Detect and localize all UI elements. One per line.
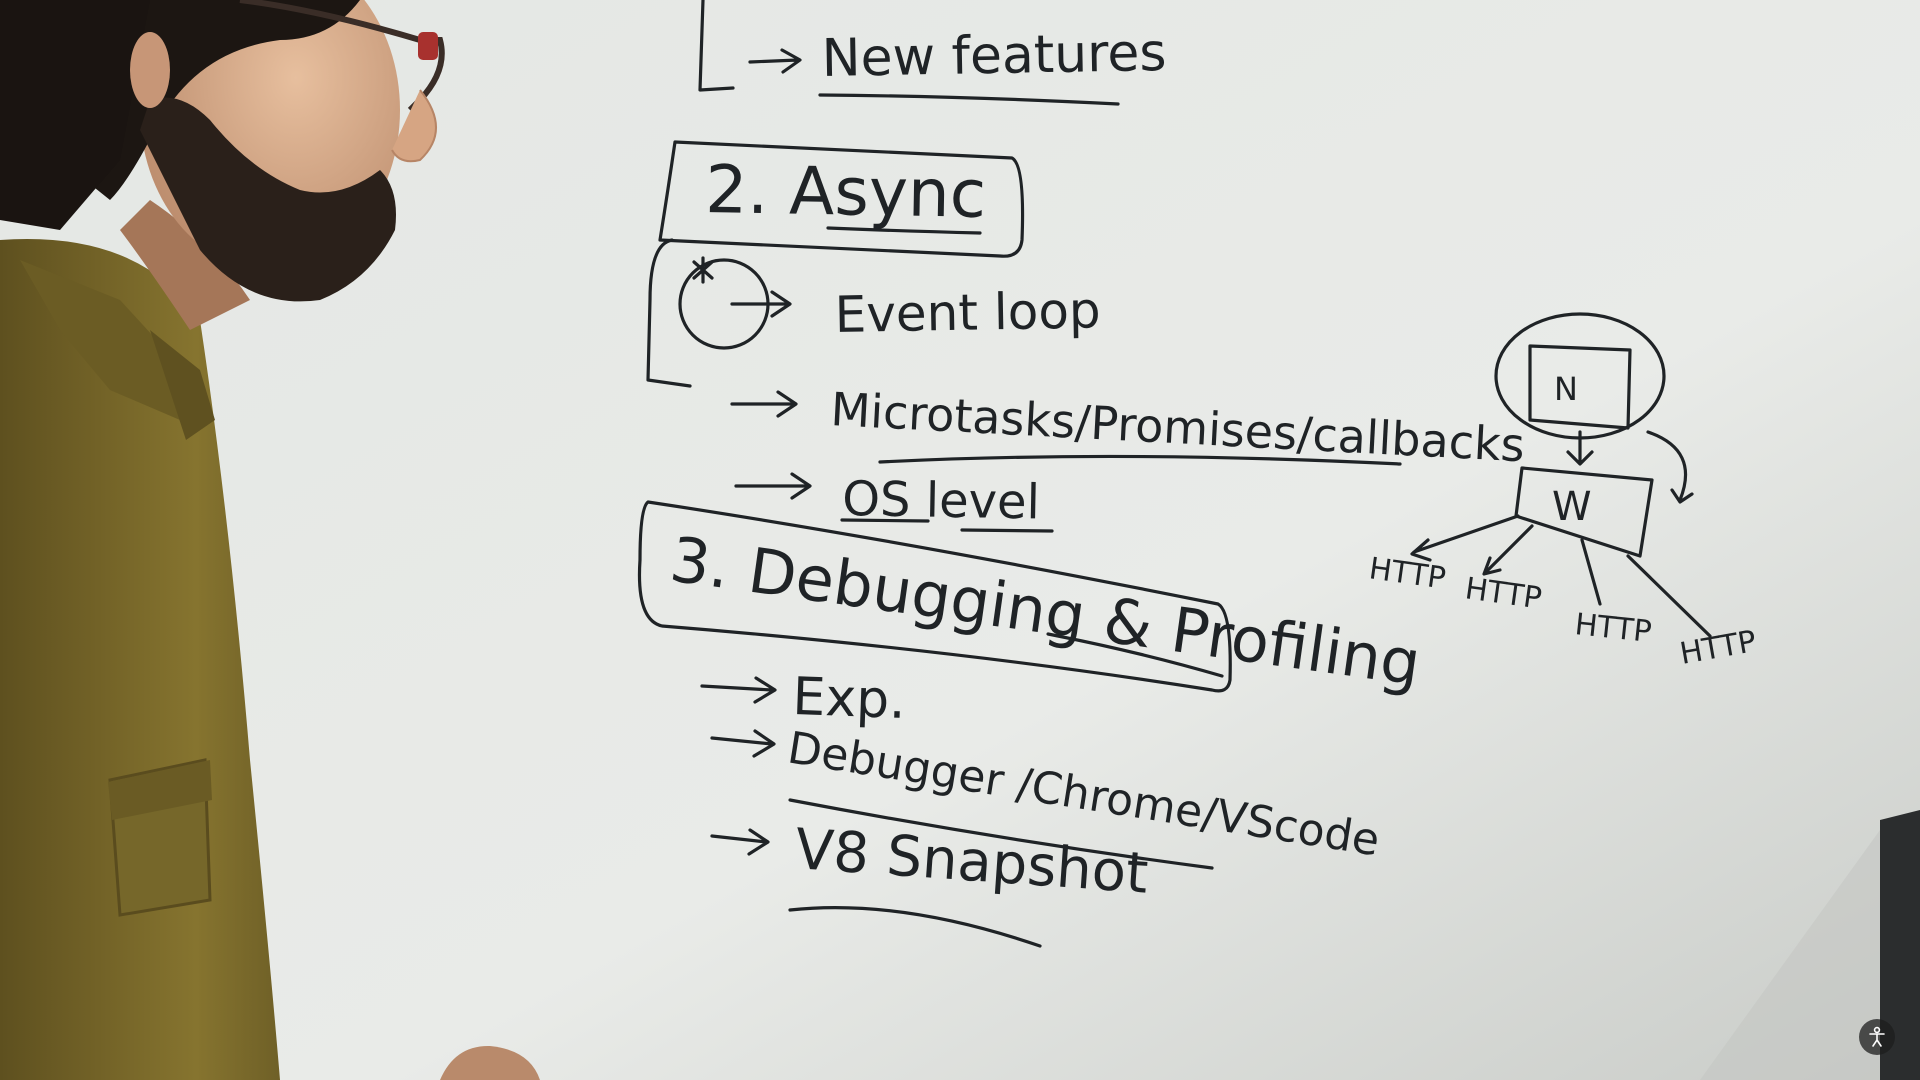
node-n-label: N	[1554, 370, 1578, 408]
note-new-features: New features	[821, 23, 1167, 89]
note-exp: Exp.	[792, 667, 907, 731]
heading-async: 2. Async	[705, 151, 987, 233]
node-w-label: W	[1552, 484, 1592, 530]
person-icon	[1869, 1026, 1885, 1047]
note-event-loop: Event loop	[834, 281, 1101, 344]
accessibility-icon[interactable]	[1859, 1019, 1895, 1055]
whiteboard-scene: New features 2. Async Event loop Microta…	[0, 0, 1920, 1080]
